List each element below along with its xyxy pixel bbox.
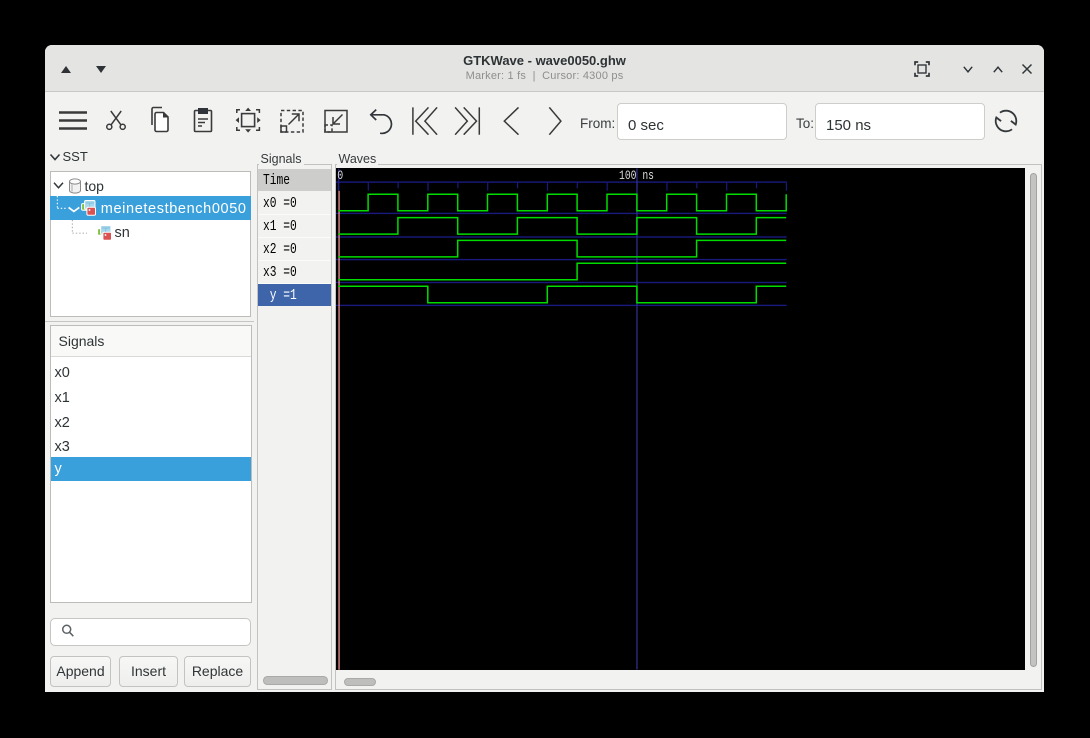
svg-text:0: 0 — [337, 168, 343, 183]
svg-text:100 ns: 100 ns — [619, 168, 654, 183]
